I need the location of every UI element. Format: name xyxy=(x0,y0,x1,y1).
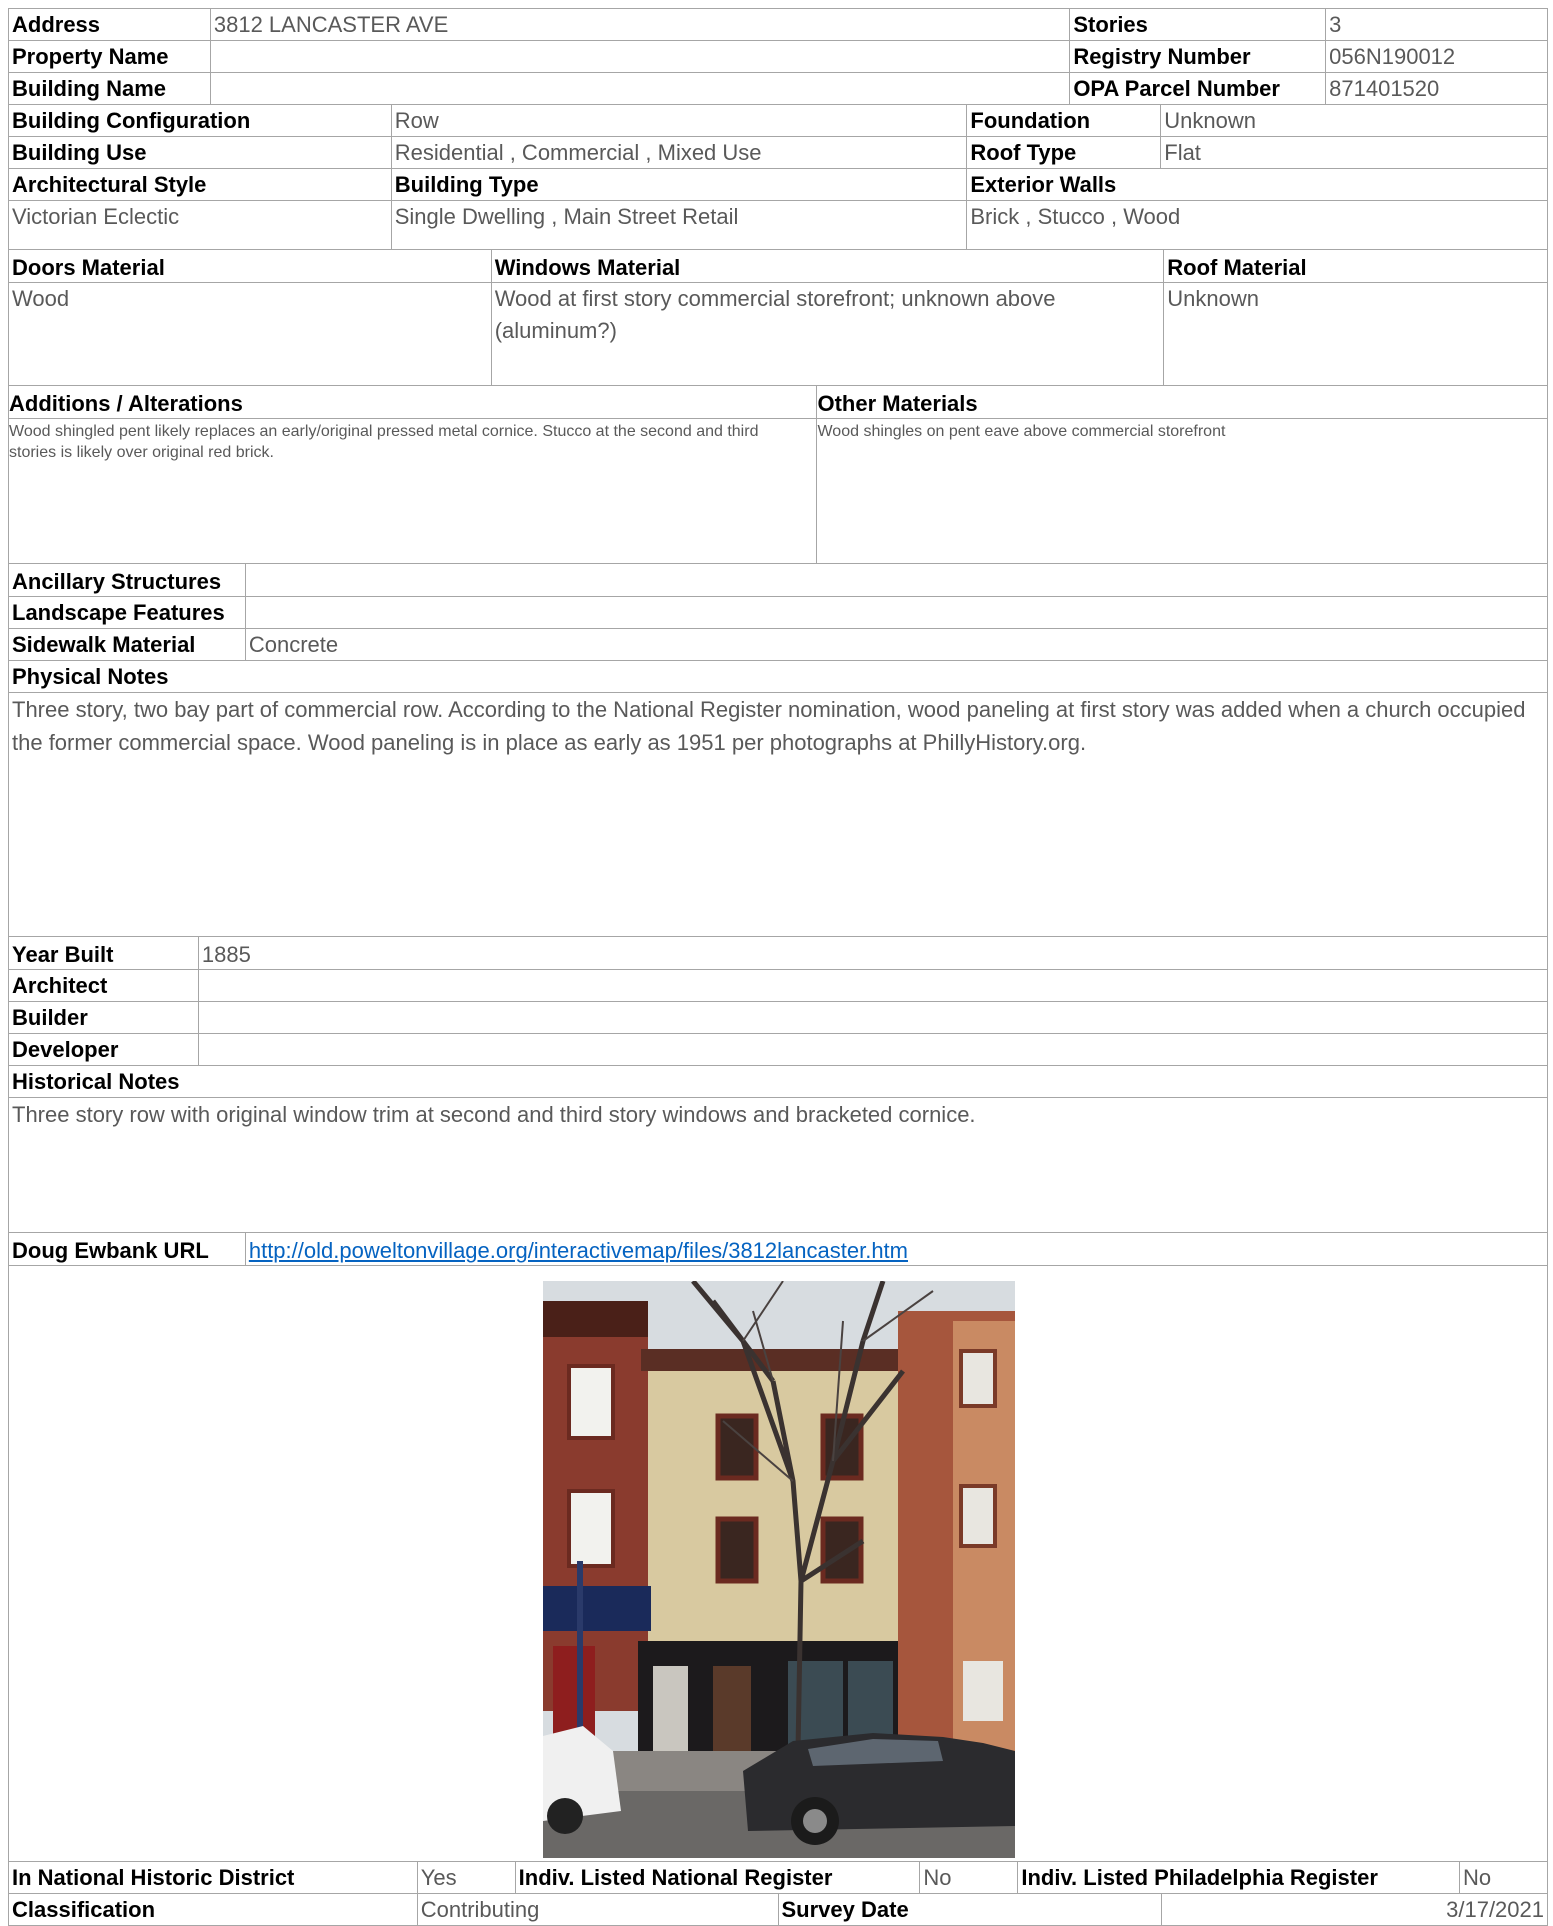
doors-material-label: Doors Material xyxy=(9,250,492,283)
building-config-value: Row xyxy=(391,105,968,137)
windows-material-label: Windows Material xyxy=(491,250,1165,283)
builder-value xyxy=(198,1002,1548,1034)
exterior-walls-value: Brick , Stucco , Wood xyxy=(967,201,1548,250)
indiv-national-label: Indiv. Listed National Register xyxy=(515,1862,921,1894)
landscape-features-label: Landscape Features xyxy=(9,597,246,629)
additions-alterations-text: Wood shingled pent likely replaces an ea… xyxy=(9,419,818,564)
year-built-value: 1885 xyxy=(198,937,1548,970)
physical-notes-label: Physical Notes xyxy=(9,661,1548,693)
survey-date-value: 3/17/2021 xyxy=(1162,1894,1548,1926)
doors-material-value: Wood xyxy=(9,283,492,386)
ancillary-structures-label: Ancillary Structures xyxy=(9,564,246,597)
building-type-label: Building Type xyxy=(391,169,968,201)
indiv-national-value: No xyxy=(920,1862,1019,1894)
exterior-walls-label: Exterior Walls xyxy=(967,169,1548,201)
indiv-phila-value: No xyxy=(1460,1862,1548,1894)
physical-notes-text: Three story, two bay part of commercial … xyxy=(9,693,1548,937)
property-survey-form: Address 3812 LANCASTER AVE Stories 3 Pro… xyxy=(8,8,1548,1926)
building-use-value: Residential , Commercial , Mixed Use xyxy=(391,137,968,169)
roof-type-value: Flat xyxy=(1161,137,1548,169)
ewbank-url-link[interactable]: http://old.poweltonvillage.org/interacti… xyxy=(249,1238,908,1263)
sidewalk-material-value: Concrete xyxy=(245,629,1548,661)
ewbank-url-label: Doug Ewbank URL xyxy=(9,1233,246,1266)
indiv-phila-label: Indiv. Listed Philadelphia Register xyxy=(1018,1862,1461,1894)
opa-parcel-label: OPA Parcel Number xyxy=(1070,73,1327,105)
foundation-value: Unknown xyxy=(1161,105,1548,137)
historical-notes-text: Three story row with original window tri… xyxy=(9,1098,1548,1233)
year-built-label: Year Built xyxy=(9,937,199,970)
building-config-label: Building Configuration xyxy=(9,105,392,137)
historical-notes-label: Historical Notes xyxy=(9,1066,1548,1098)
opa-parcel-value: 871401520 xyxy=(1326,73,1548,105)
architect-label: Architect xyxy=(9,970,199,1002)
developer-value xyxy=(198,1034,1548,1066)
stories-label: Stories xyxy=(1070,8,1327,41)
foundation-label: Foundation xyxy=(967,105,1162,137)
ewbank-url-cell: http://old.poweltonvillage.org/interacti… xyxy=(245,1233,1548,1266)
ancillary-structures-value xyxy=(245,564,1548,597)
stories-value: 3 xyxy=(1326,8,1548,41)
other-materials-label: Other Materials xyxy=(817,386,1548,419)
property-name-label: Property Name xyxy=(9,41,211,73)
building-photo xyxy=(543,1281,1015,1858)
building-name-value xyxy=(210,73,1071,105)
sidewalk-material-label: Sidewalk Material xyxy=(9,629,246,661)
building-type-value: Single Dwelling , Main Street Retail xyxy=(391,201,968,250)
registry-number-label: Registry Number xyxy=(1070,41,1327,73)
classification-label: Classification xyxy=(9,1894,418,1926)
national-district-value: Yes xyxy=(417,1862,516,1894)
landscape-features-value xyxy=(245,597,1548,629)
national-district-label: In National Historic District xyxy=(9,1862,418,1894)
roof-material-label: Roof Material xyxy=(1164,250,1548,283)
survey-date-label: Survey Date xyxy=(778,1894,1163,1926)
address-value: 3812 LANCASTER AVE xyxy=(210,8,1071,41)
registry-number-value: 056N190012 xyxy=(1326,41,1548,73)
address-label: Address xyxy=(9,8,211,41)
building-name-label: Building Name xyxy=(9,73,211,105)
windows-material-value: Wood at first story commercial storefron… xyxy=(491,283,1165,386)
other-materials-text: Wood shingles on pent eave above commerc… xyxy=(817,419,1548,564)
builder-label: Builder xyxy=(9,1002,199,1034)
roof-material-value: Unknown xyxy=(1164,283,1548,386)
photo-cell xyxy=(9,1266,1548,1862)
roof-type-label: Roof Type xyxy=(967,137,1162,169)
classification-value: Contributing xyxy=(417,1894,779,1926)
arch-style-value: Victorian Eclectic xyxy=(9,201,392,250)
building-use-label: Building Use xyxy=(9,137,392,169)
additions-alterations-label: Additions / Alterations xyxy=(9,386,818,419)
architect-value xyxy=(198,970,1548,1002)
developer-label: Developer xyxy=(9,1034,199,1066)
property-name-value xyxy=(210,41,1071,73)
arch-style-label: Architectural Style xyxy=(9,169,392,201)
